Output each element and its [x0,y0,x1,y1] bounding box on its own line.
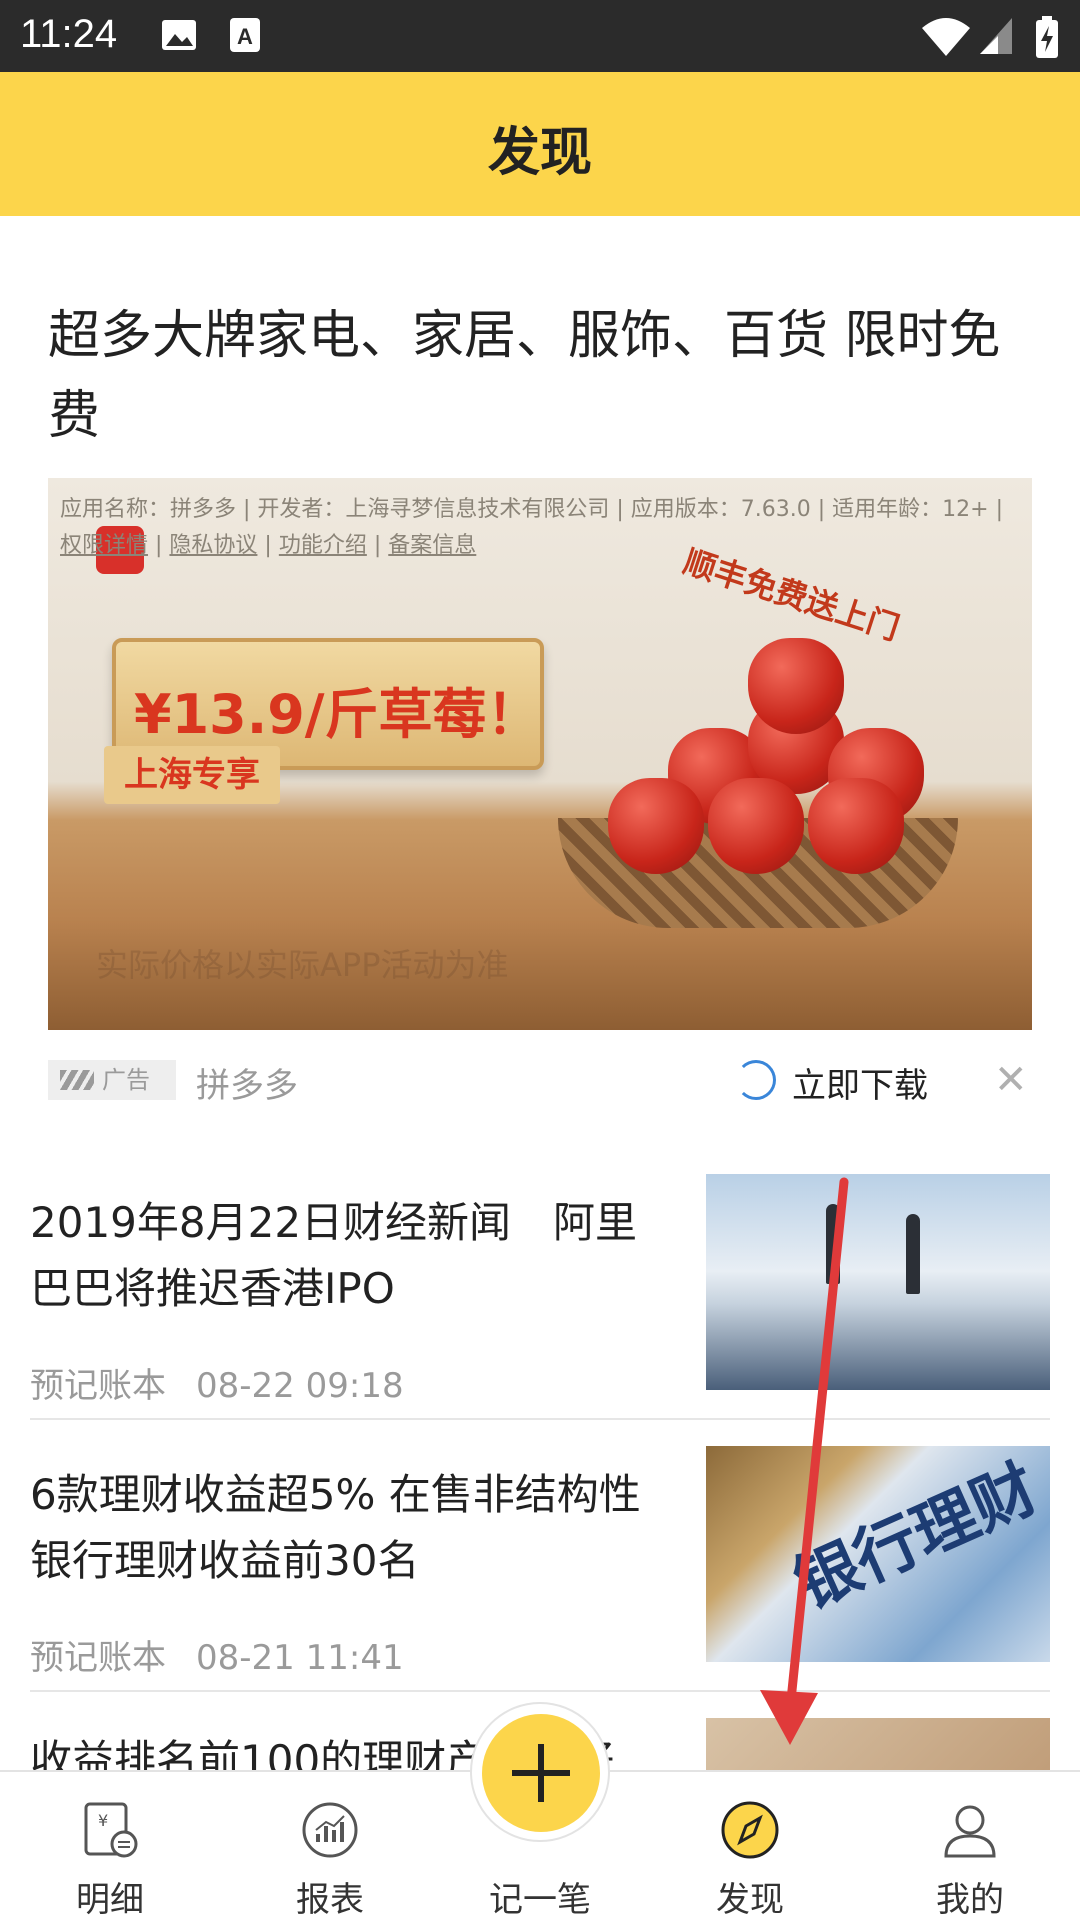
strawberry-image [708,778,804,874]
news-item[interactable]: 6款理财收益超5% 在售非结构性银行理财收益前30名 预记账本 08-21 11:… [30,1446,1050,1718]
app-header: 发现 [0,72,1080,216]
news-source: 预记账本 [30,1638,166,1678]
ad-badge: 广告 [48,1060,176,1100]
ad-banner-image[interactable]: 应用名称：拼多多 | 开发者：上海寻梦信息技术有限公司 | 应用版本：7.63.… [48,478,1032,1030]
news-title[interactable]: 2019年8月22日财经新闻 阿里巴巴将推迟香港IPO [30,1190,670,1322]
nav-item-me[interactable]: 我的 [890,1772,1050,1920]
svg-text:A: A [237,24,253,49]
ad-link-permissions[interactable]: 权限详情 [60,533,148,558]
ad-footer: 广告 拼多多 立即下载 ✕ [48,1058,1032,1106]
news-thumbnail[interactable] [706,1718,1050,1770]
news-source: 预记账本 [30,1366,166,1406]
ad-link-privacy[interactable]: 隐私协议 [169,533,257,558]
divider [30,1418,1050,1420]
news-thumbnail[interactable] [706,1174,1050,1390]
status-time: 11:24 [20,12,118,56]
ad-badge-label: 广告 [102,1066,150,1094]
news-time: 08-22 09:18 [196,1366,404,1406]
download-icon[interactable] [736,1060,776,1100]
news-time: 08-21 11:41 [196,1638,404,1678]
nav-label: 发现 [716,1880,784,1920]
ad-advertiser: 拼多多 [196,1066,298,1106]
ad-link-filing[interactable]: 备案信息 [388,533,476,558]
strawberry-image [748,638,844,734]
person-icon [944,1805,996,1858]
nav-label: 记一笔 [489,1880,591,1920]
news-item[interactable]: 2019年8月22日财经新闻 阿里巴巴将推迟香港IPO 预记账本 08-22 09… [30,1174,1050,1446]
compass-icon [721,1801,779,1859]
close-icon[interactable]: ✕ [994,1060,1028,1100]
price-label: ¥13.9/斤草莓！ [134,683,541,746]
ad-headline[interactable]: 超多大牌家电、家居、服饰、百货 限时免费 [48,296,1008,456]
ad-info-text: 应用名称：拼多多 | 开发者：上海寻梦信息技术有限公司 | 应用版本：7.63.… [60,497,1004,522]
nav-item-reports[interactable]: 报表 [250,1772,410,1920]
image-icon [162,20,196,50]
news-title[interactable]: 6款理财收益超5% 在售非结构性银行理财收益前30名 [30,1462,670,1594]
thumbnail-text: 银行理财 [784,1451,1049,1624]
nav-label: 我的 [936,1880,1004,1920]
news-thumbnail[interactable]: 银行理财 [706,1446,1050,1662]
region-tag: 上海专享 [104,746,280,804]
plus-icon [538,1744,544,1802]
ad-mark-icon [60,1070,94,1090]
ad-link-features[interactable]: 功能介绍 [279,533,367,558]
svg-text:¥: ¥ [98,1811,108,1830]
signal-icon [980,18,1012,54]
fab-circle [482,1714,600,1832]
download-button[interactable]: 立即下载 [792,1058,928,1107]
status-bar: 11:24 A [0,0,1080,72]
strawberry-image [608,778,704,874]
ledger-icon: ¥ [84,1802,138,1858]
a-icon: A [230,18,260,52]
ad-disclaimer: 实际价格以实际APP活动为准 [96,946,509,984]
add-record-button[interactable] [470,1702,610,1842]
wifi-icon [922,18,970,56]
strawberry-image [808,778,904,874]
person-silhouette [826,1204,840,1284]
news-title[interactable]: 收益排名前100的理财产品结好 [30,1728,730,1770]
divider [30,1690,1050,1692]
person-silhouette [906,1214,920,1294]
ad-app-info: 应用名称：拼多多 | 开发者：上海寻梦信息技术有限公司 | 应用版本：7.63.… [60,497,1004,558]
nav-item-discover[interactable]: 发现 [670,1772,830,1920]
page-title: 发现 [487,123,592,183]
nav-item-details[interactable]: ¥ 明细 [30,1772,190,1920]
news-meta: 预记账本 08-21 11:41 [30,1630,404,1679]
news-meta: 预记账本 08-22 09:18 [30,1358,404,1407]
nav-label: 明细 [76,1880,144,1920]
battery-charging-icon [1036,16,1058,58]
chart-icon [302,1802,358,1858]
nav-label: 报表 [296,1880,364,1920]
